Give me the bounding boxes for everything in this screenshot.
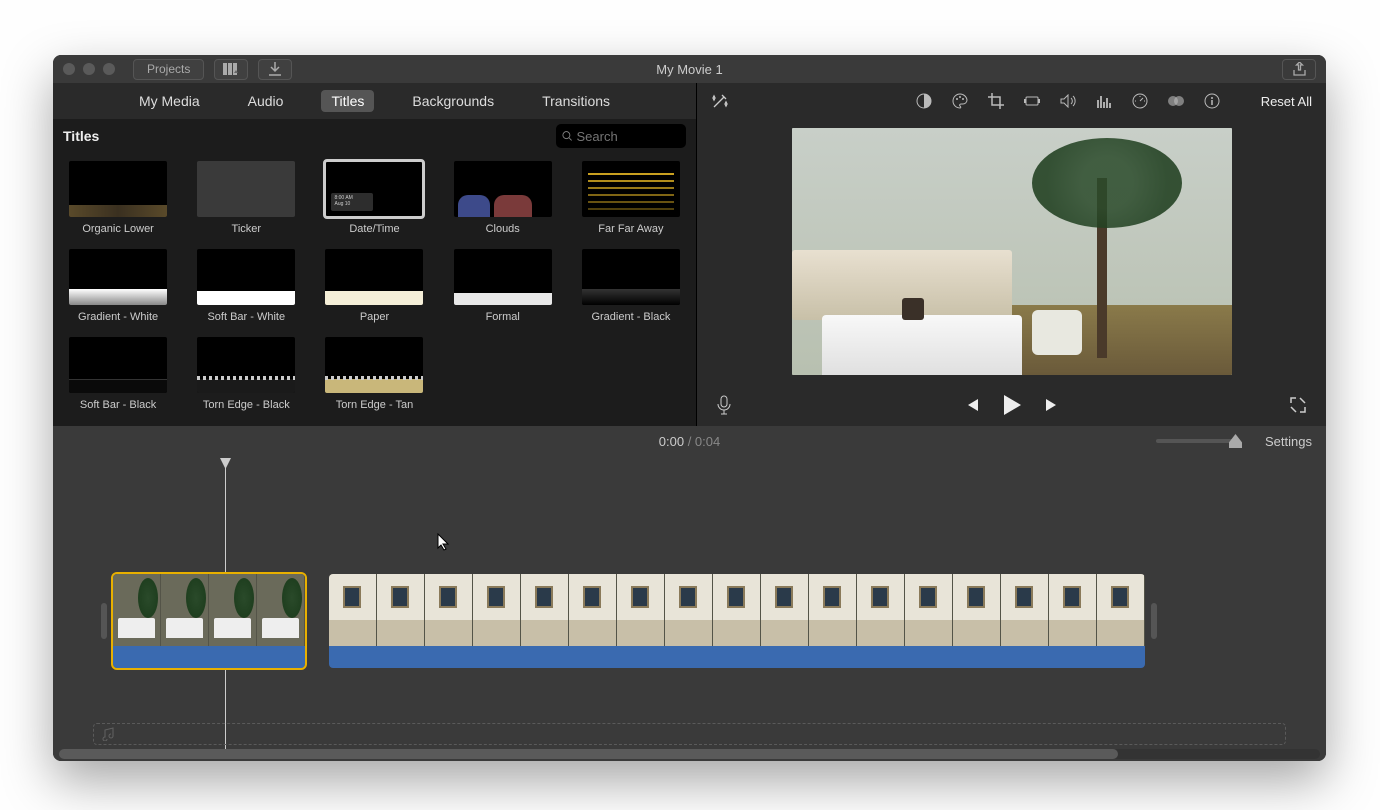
tab-backgrounds[interactable]: Backgrounds <box>402 90 504 112</box>
fullscreen-icon[interactable] <box>1290 397 1306 413</box>
zoom-slider[interactable] <box>1156 439 1236 443</box>
search-input[interactable] <box>577 129 680 144</box>
equalizer-icon[interactable] <box>1095 92 1113 110</box>
title-organic-lower[interactable]: Organic Lower <box>63 161 173 235</box>
voiceover-icon[interactable] <box>717 395 731 415</box>
window-controls <box>63 63 115 75</box>
enhance-icon[interactable] <box>711 92 729 110</box>
next-button[interactable] <box>1044 397 1060 413</box>
audio-strip-1[interactable] <box>113 646 305 668</box>
preview-image[interactable] <box>792 128 1232 375</box>
preview-area <box>697 119 1326 384</box>
media-browser: My Media Audio Titles Backgrounds Transition… <box>53 83 697 426</box>
browser-tabs: My Media Audio Titles Backgrounds Transition… <box>53 83 696 119</box>
tab-titles[interactable]: Titles <box>321 90 374 112</box>
titlebar: Projects My Movie 1 <box>53 55 1326 83</box>
clip-handle-right[interactable] <box>1151 603 1157 639</box>
title-paper[interactable]: Paper <box>319 249 429 323</box>
zoom-dot[interactable] <box>103 63 115 75</box>
title-ticker[interactable]: Ticker <box>191 161 301 235</box>
title-label: Far Far Away <box>598 223 663 235</box>
search-field[interactable] <box>556 124 686 148</box>
tab-transitions[interactable]: Transitions <box>532 90 620 112</box>
close-dot[interactable] <box>63 63 75 75</box>
prev-button[interactable] <box>964 397 980 413</box>
title-label: Ticker <box>232 223 262 235</box>
info-icon[interactable] <box>1203 92 1221 110</box>
title-label: Clouds <box>486 223 520 235</box>
audio-icon[interactable] <box>1059 92 1077 110</box>
clip-1[interactable] <box>113 574 305 668</box>
title-date-time[interactable]: 8:00 AMAug 10Date/Time <box>319 161 429 235</box>
tab-my-media[interactable]: My Media <box>129 90 210 112</box>
audio-strip-2[interactable] <box>329 646 1145 668</box>
title-label: Torn Edge - Tan <box>336 399 413 411</box>
title-label: Gradient - White <box>78 311 158 323</box>
palette-icon[interactable] <box>951 92 969 110</box>
app-window: Projects My Movie 1 My Media Audio Titles B… <box>53 55 1326 761</box>
title-soft-bar-black[interactable]: Soft Bar - Black <box>63 337 173 411</box>
clip-handle-left[interactable] <box>101 603 107 639</box>
title-gradient-black[interactable]: Gradient - Black <box>576 249 686 323</box>
title-label: Torn Edge - Black <box>203 399 290 411</box>
title-torn-edge-black[interactable]: Torn Edge - Black <box>191 337 301 411</box>
title-torn-edge-tan[interactable]: Torn Edge - Tan <box>319 337 429 411</box>
title-label: Date/Time <box>349 223 399 235</box>
viewer-toolbar: Reset All <box>697 83 1326 119</box>
time-display: 0:00 / 0:04 <box>659 434 720 449</box>
title-label: Paper <box>360 311 389 323</box>
title-label: Formal <box>486 311 520 323</box>
timeline-scrollbar[interactable] <box>59 749 1320 759</box>
viewer-panel: Reset All <box>697 83 1326 426</box>
crop-icon[interactable] <box>987 92 1005 110</box>
stabilize-icon[interactable] <box>1023 92 1041 110</box>
music-icon <box>102 727 116 741</box>
library-view-button[interactable] <box>214 59 248 80</box>
speed-icon[interactable] <box>1131 92 1149 110</box>
title-label: Soft Bar - Black <box>80 399 156 411</box>
search-icon <box>562 130 573 142</box>
browser-heading: Titles <box>63 128 99 144</box>
clip-2[interactable] <box>329 574 1145 668</box>
title-label: Gradient - Black <box>591 311 670 323</box>
music-track[interactable] <box>93 723 1286 745</box>
titles-grid: Organic Lower Ticker 8:00 AMAug 10Date/Tim… <box>53 153 696 426</box>
title-gradient-white[interactable]: Gradient - White <box>63 249 173 323</box>
settings-button[interactable]: Settings <box>1265 434 1312 449</box>
timeline[interactable] <box>53 456 1326 761</box>
title-far-far-away[interactable]: Far Far Away <box>576 161 686 235</box>
transport-bar <box>697 384 1326 426</box>
contrast-icon[interactable] <box>915 92 933 110</box>
title-soft-bar-white[interactable]: Soft Bar - White <box>191 249 301 323</box>
play-button[interactable] <box>1002 394 1022 416</box>
title-clouds[interactable]: Clouds <box>448 161 558 235</box>
title-label: Soft Bar - White <box>207 311 285 323</box>
share-button[interactable] <box>1282 59 1316 80</box>
minimize-dot[interactable] <box>83 63 95 75</box>
tab-audio[interactable]: Audio <box>238 90 294 112</box>
color-shape-icon[interactable] <box>1167 92 1185 110</box>
import-button[interactable] <box>258 59 292 80</box>
time-bar: 0:00 / 0:04 Settings <box>53 426 1326 456</box>
projects-button[interactable]: Projects <box>133 59 204 80</box>
title-formal[interactable]: Formal <box>448 249 558 323</box>
reset-all-button[interactable]: Reset All <box>1261 94 1312 109</box>
title-label: Organic Lower <box>82 223 154 235</box>
